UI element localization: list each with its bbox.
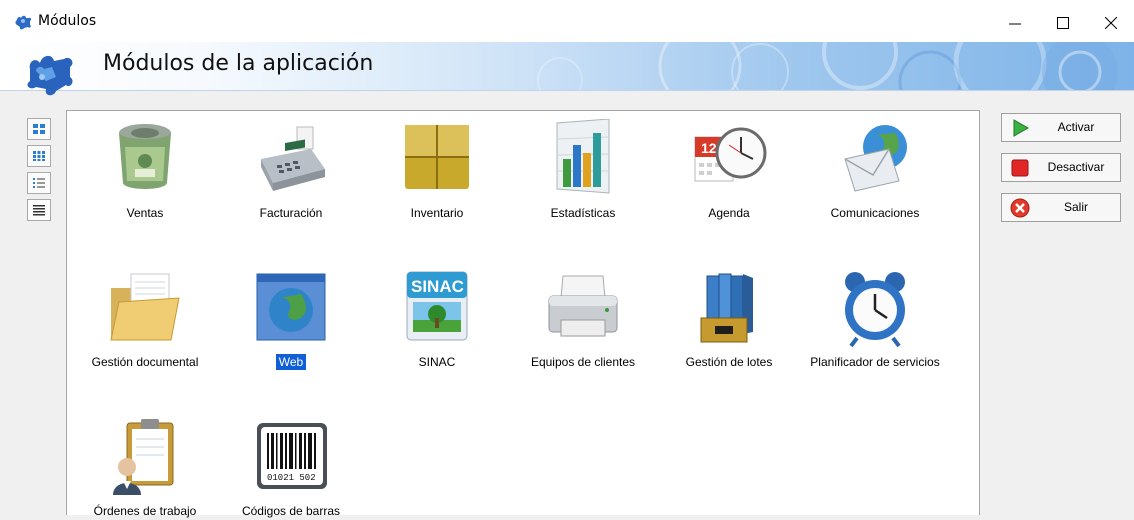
activar-label: Activar: [1057, 120, 1095, 134]
modules-panel: Ventas Facturación Inventario Estadístic…: [66, 110, 980, 518]
module-label: Equipos de clientes: [530, 355, 636, 369]
alarm-clock-icon: [845, 272, 905, 348]
module-comunicaciones[interactable]: Comunicaciones: [800, 119, 950, 222]
cash-register-icon: [261, 126, 325, 191]
large-icons-icon: [33, 124, 45, 134]
view-mode-toolbar: [27, 118, 53, 226]
window-title: Módulos: [38, 13, 97, 29]
title-bar: Módulos: [0, 0, 1134, 42]
salir-label: Salir: [1063, 200, 1088, 214]
module-equipos-de-clientes[interactable]: Equipos de clientes: [508, 268, 658, 371]
module-label: Gestión documental: [91, 355, 199, 369]
money-roll-icon: [119, 124, 171, 189]
module-label-selected: Web: [275, 354, 307, 370]
module-facturacion[interactable]: Facturación: [216, 119, 366, 222]
module-ordenes-de-trabajo[interactable]: Órdenes de trabajo: [70, 417, 220, 520]
printer-icon: [548, 275, 618, 337]
bar-chart-icon: [556, 119, 610, 194]
puzzle-app-icon: [15, 15, 32, 30]
module-label: Planificador de servicios: [810, 355, 940, 369]
binders-icon: [700, 273, 753, 343]
large-icons-view-button[interactable]: [27, 118, 51, 140]
module-gestion-de-lotes[interactable]: Gestión de lotes: [654, 268, 804, 371]
actions-panel: Activar Desactivar Salir: [1001, 113, 1121, 233]
module-sinac[interactable]: SINAC SINAC: [362, 268, 512, 371]
barcode-icon: 01021 502: [257, 423, 327, 489]
module-ventas[interactable]: Ventas: [70, 119, 220, 222]
module-inventario[interactable]: Inventario: [362, 119, 512, 222]
details-icon: [33, 205, 45, 216]
boxes-icon: [405, 125, 469, 189]
list-icon: [33, 178, 45, 188]
module-estadisticas[interactable]: Estadísticas: [508, 119, 658, 222]
salir-button[interactable]: Salir: [1001, 193, 1121, 222]
calendar-clock-icon: 12: [694, 127, 767, 182]
desactivar-button[interactable]: Desactivar: [1001, 153, 1121, 182]
envelope-globe-icon: [844, 125, 907, 192]
sinac-badge-text: SINAC: [411, 277, 464, 296]
minimize-button[interactable]: [992, 8, 1038, 38]
module-label: Órdenes de trabajo: [93, 504, 197, 518]
module-agenda[interactable]: 12 Agenda: [654, 119, 804, 222]
module-label: Códigos de barras: [241, 504, 341, 518]
module-gestion-documental[interactable]: Gestión documental: [70, 268, 220, 371]
header-banner: Módulos de la aplicación: [0, 42, 1134, 91]
module-codigos-de-barras[interactable]: 01021 502 Códigos de barras: [216, 417, 366, 520]
module-label: Inventario: [410, 206, 464, 220]
maximize-icon: [1057, 17, 1069, 29]
play-green-icon: [1013, 119, 1030, 137]
close-button[interactable]: [1088, 8, 1134, 38]
close-icon: [1105, 17, 1117, 29]
small-icons-icon: [33, 151, 45, 161]
module-planificador-de-servicios[interactable]: Planificador de servicios: [800, 268, 950, 371]
details-view-button[interactable]: [27, 199, 51, 221]
module-label: Ventas: [126, 206, 164, 220]
svg-text:12: 12: [701, 140, 717, 156]
barcode-digits: 01021 502: [267, 473, 316, 483]
page-title: Módulos de la aplicación: [103, 51, 374, 76]
module-label: Facturación: [259, 206, 323, 220]
module-label: Gestión de lotes: [685, 355, 773, 369]
module-label: Estadísticas: [550, 206, 616, 220]
sinac-icon: SINAC: [406, 271, 468, 341]
module-label: Agenda: [708, 206, 750, 220]
small-icons-view-button[interactable]: [27, 145, 51, 167]
module-label: Comunicaciones: [830, 206, 920, 220]
list-view-button[interactable]: [27, 172, 51, 194]
clipboard-worker-icon: [113, 419, 174, 495]
stop-red-icon: [1011, 159, 1029, 177]
close-red-icon: [1010, 198, 1030, 218]
desactivar-label: Desactivar: [1047, 160, 1105, 174]
puzzle-logo-icon: [27, 55, 73, 96]
folder-icon: [110, 273, 180, 341]
activar-button[interactable]: Activar: [1001, 113, 1121, 142]
maximize-button[interactable]: [1040, 8, 1086, 38]
minimize-icon: [1009, 23, 1021, 25]
module-label: SINAC: [418, 355, 456, 369]
globe-window-icon: [256, 273, 326, 341]
module-web[interactable]: Web: [216, 268, 366, 371]
